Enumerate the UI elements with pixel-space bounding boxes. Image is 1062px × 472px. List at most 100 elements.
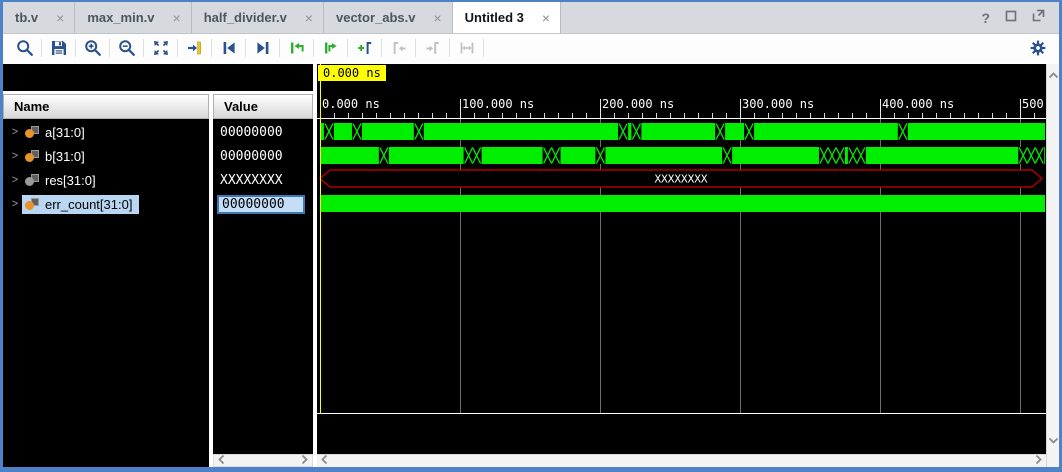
zoom-fit-button[interactable] (147, 36, 174, 60)
value-row-b-31-0[interactable]: 00000000 (213, 144, 313, 168)
ruler-tick-label: 400.000 ns (882, 97, 954, 111)
scroll-right-icon[interactable] (300, 452, 309, 470)
next-transition-button[interactable] (317, 36, 344, 60)
tab-max-min-v[interactable]: max_min.v× (75, 2, 191, 33)
search-button[interactable] (11, 36, 38, 60)
tab-tb-v[interactable]: tb.v × (3, 2, 75, 33)
signal-value[interactable]: XXXXXXXX (217, 172, 286, 189)
signal-name: res[31:0] (45, 173, 96, 188)
next-marker-icon (425, 40, 441, 56)
tab-close-icon[interactable]: × (173, 10, 181, 26)
expand-chevron-icon[interactable]: > (8, 198, 22, 210)
next-marker-button[interactable] (419, 36, 446, 60)
zoom-fit-icon (153, 40, 169, 56)
restore-window-icon[interactable] (1005, 9, 1017, 27)
wave-horizontal-scrollbar[interactable] (317, 454, 1046, 467)
signal-row-err-count-31-0[interactable]: >err_count[31:0] (3, 192, 209, 216)
tab-close-icon[interactable]: × (56, 10, 64, 26)
signal-name-cell[interactable]: res[31:0] (22, 171, 103, 190)
wave-area[interactable]: 0.000 ns 0.000 ns100.000 ns200.000 ns300… (317, 64, 1046, 454)
scroll-down-icon[interactable] (1048, 432, 1059, 450)
expand-chevron-icon[interactable]: > (8, 150, 22, 162)
toolbar-separator (449, 39, 450, 57)
chev-right-icon (1034, 454, 1043, 465)
wave-row-b-31-0[interactable] (317, 147, 1045, 169)
value-row-err-count-31-0[interactable]: 00000000 (213, 192, 313, 216)
toolbar-separator (177, 39, 178, 57)
swap-cursors-icon (459, 40, 475, 56)
float-icon (1032, 9, 1045, 22)
value-row-a-31-0[interactable]: 00000000 (213, 120, 313, 144)
signal-value[interactable]: 00000000 (217, 195, 305, 214)
previous-transition-button[interactable] (283, 36, 310, 60)
signal-name-cell[interactable]: b[31:0] (22, 147, 92, 166)
signal-value[interactable]: 00000000 (217, 124, 286, 141)
signal-name-cell[interactable]: a[31:0] (22, 123, 92, 142)
next-transition-icon (323, 40, 339, 56)
signal-name: b[31:0] (45, 149, 85, 164)
name-column-header[interactable]: Name (3, 94, 209, 119)
tab-untitled-3[interactable]: Untitled 3 × (453, 2, 561, 33)
bus-signal-icon (25, 198, 39, 210)
scroll-up-icon[interactable] (1048, 67, 1059, 85)
zoom-out-button[interactable] (113, 36, 140, 60)
value-horizontal-scrollbar[interactable] (213, 454, 313, 467)
cursor-time-readout: 0.000 ns (318, 65, 386, 81)
scroll-left-icon[interactable] (320, 452, 329, 467)
go-to-end-button[interactable] (249, 36, 276, 60)
tab-half-divider-v[interactable]: half_divider.v× (192, 2, 324, 33)
float-window-icon[interactable] (1032, 9, 1045, 27)
value-row-res-31-0[interactable]: XXXXXXXX (213, 168, 313, 192)
wave-row-res-31-0[interactable]: XXXXXXXX (317, 169, 1045, 193)
save-waveform-button[interactable] (45, 36, 72, 60)
ruler-baseline (317, 118, 1046, 119)
tab-bar: tb.v×max_min.v×half_divider.v×vector_abs… (3, 2, 1059, 34)
wave-toolbar (3, 34, 1059, 62)
time-cursor-line[interactable] (320, 64, 321, 414)
signal-name: a[31:0] (45, 125, 85, 140)
signal-name-cell[interactable]: err_count[31:0] (22, 195, 139, 214)
tab-close-icon[interactable]: × (433, 10, 441, 26)
add-marker-button[interactable] (351, 36, 378, 60)
swap-cursors-button[interactable] (453, 36, 480, 60)
add-marker-icon (357, 40, 373, 56)
expand-chevron-icon[interactable]: > (8, 126, 22, 138)
undefined-bus-label: XXXXXXXX (655, 173, 708, 186)
previous-marker-button[interactable] (385, 36, 412, 60)
go-to-time-cursor-button[interactable] (181, 36, 208, 60)
go-to-start-button[interactable] (215, 36, 242, 60)
zoom-in-button[interactable] (79, 36, 106, 60)
expand-chevron-icon[interactable]: > (8, 174, 22, 186)
tab-label: tb.v (15, 10, 38, 25)
toolbar-separator (381, 39, 382, 57)
signal-row-a-31-0[interactable]: > a[31:0] (3, 120, 209, 144)
wave-row-err-count-31-0[interactable] (317, 195, 1045, 217)
signal-value[interactable]: 00000000 (217, 148, 286, 165)
ruler-tick-label: 500 (1022, 97, 1044, 111)
scroll-left-icon[interactable] (217, 452, 226, 470)
signal-row-b-31-0[interactable]: > b[31:0] (3, 144, 209, 168)
tab-label: Untitled 3 (465, 10, 524, 25)
signal-row-res-31-0[interactable]: > res[31:0] (3, 168, 209, 192)
toolbar-separator (75, 39, 76, 57)
save-waveform-icon (51, 40, 67, 56)
tab-label: vector_abs.v (336, 10, 416, 25)
restore-icon (1005, 10, 1017, 22)
settings-button[interactable] (1024, 36, 1051, 60)
tab-close-icon[interactable]: × (542, 10, 550, 26)
ruler-tick-label: 100.000 ns (462, 97, 534, 111)
wave-vertical-scrollbar[interactable] (1046, 64, 1059, 467)
value-column-header[interactable]: Value (213, 94, 313, 119)
toolbar-separator (279, 39, 280, 57)
scroll-right-icon[interactable] (1034, 452, 1043, 467)
signal-panel-body: Name >a[31:0]>b[31:0]>res[31:0]>err_coun… (3, 94, 313, 467)
help-icon[interactable]: ? (981, 10, 990, 26)
waveform-panel[interactable]: 0.000 ns 0.000 ns100.000 ns200.000 ns300… (317, 64, 1046, 467)
wave-row-a-31-0[interactable] (317, 123, 1045, 145)
tab-close-icon[interactable]: × (305, 10, 313, 26)
zoom-out-icon (118, 39, 136, 57)
tab-vector-abs-v[interactable]: vector_abs.v × (324, 2, 453, 33)
previous-marker-icon (391, 40, 407, 56)
toolbar-separator (143, 39, 144, 57)
toolbar-separator (109, 39, 110, 57)
